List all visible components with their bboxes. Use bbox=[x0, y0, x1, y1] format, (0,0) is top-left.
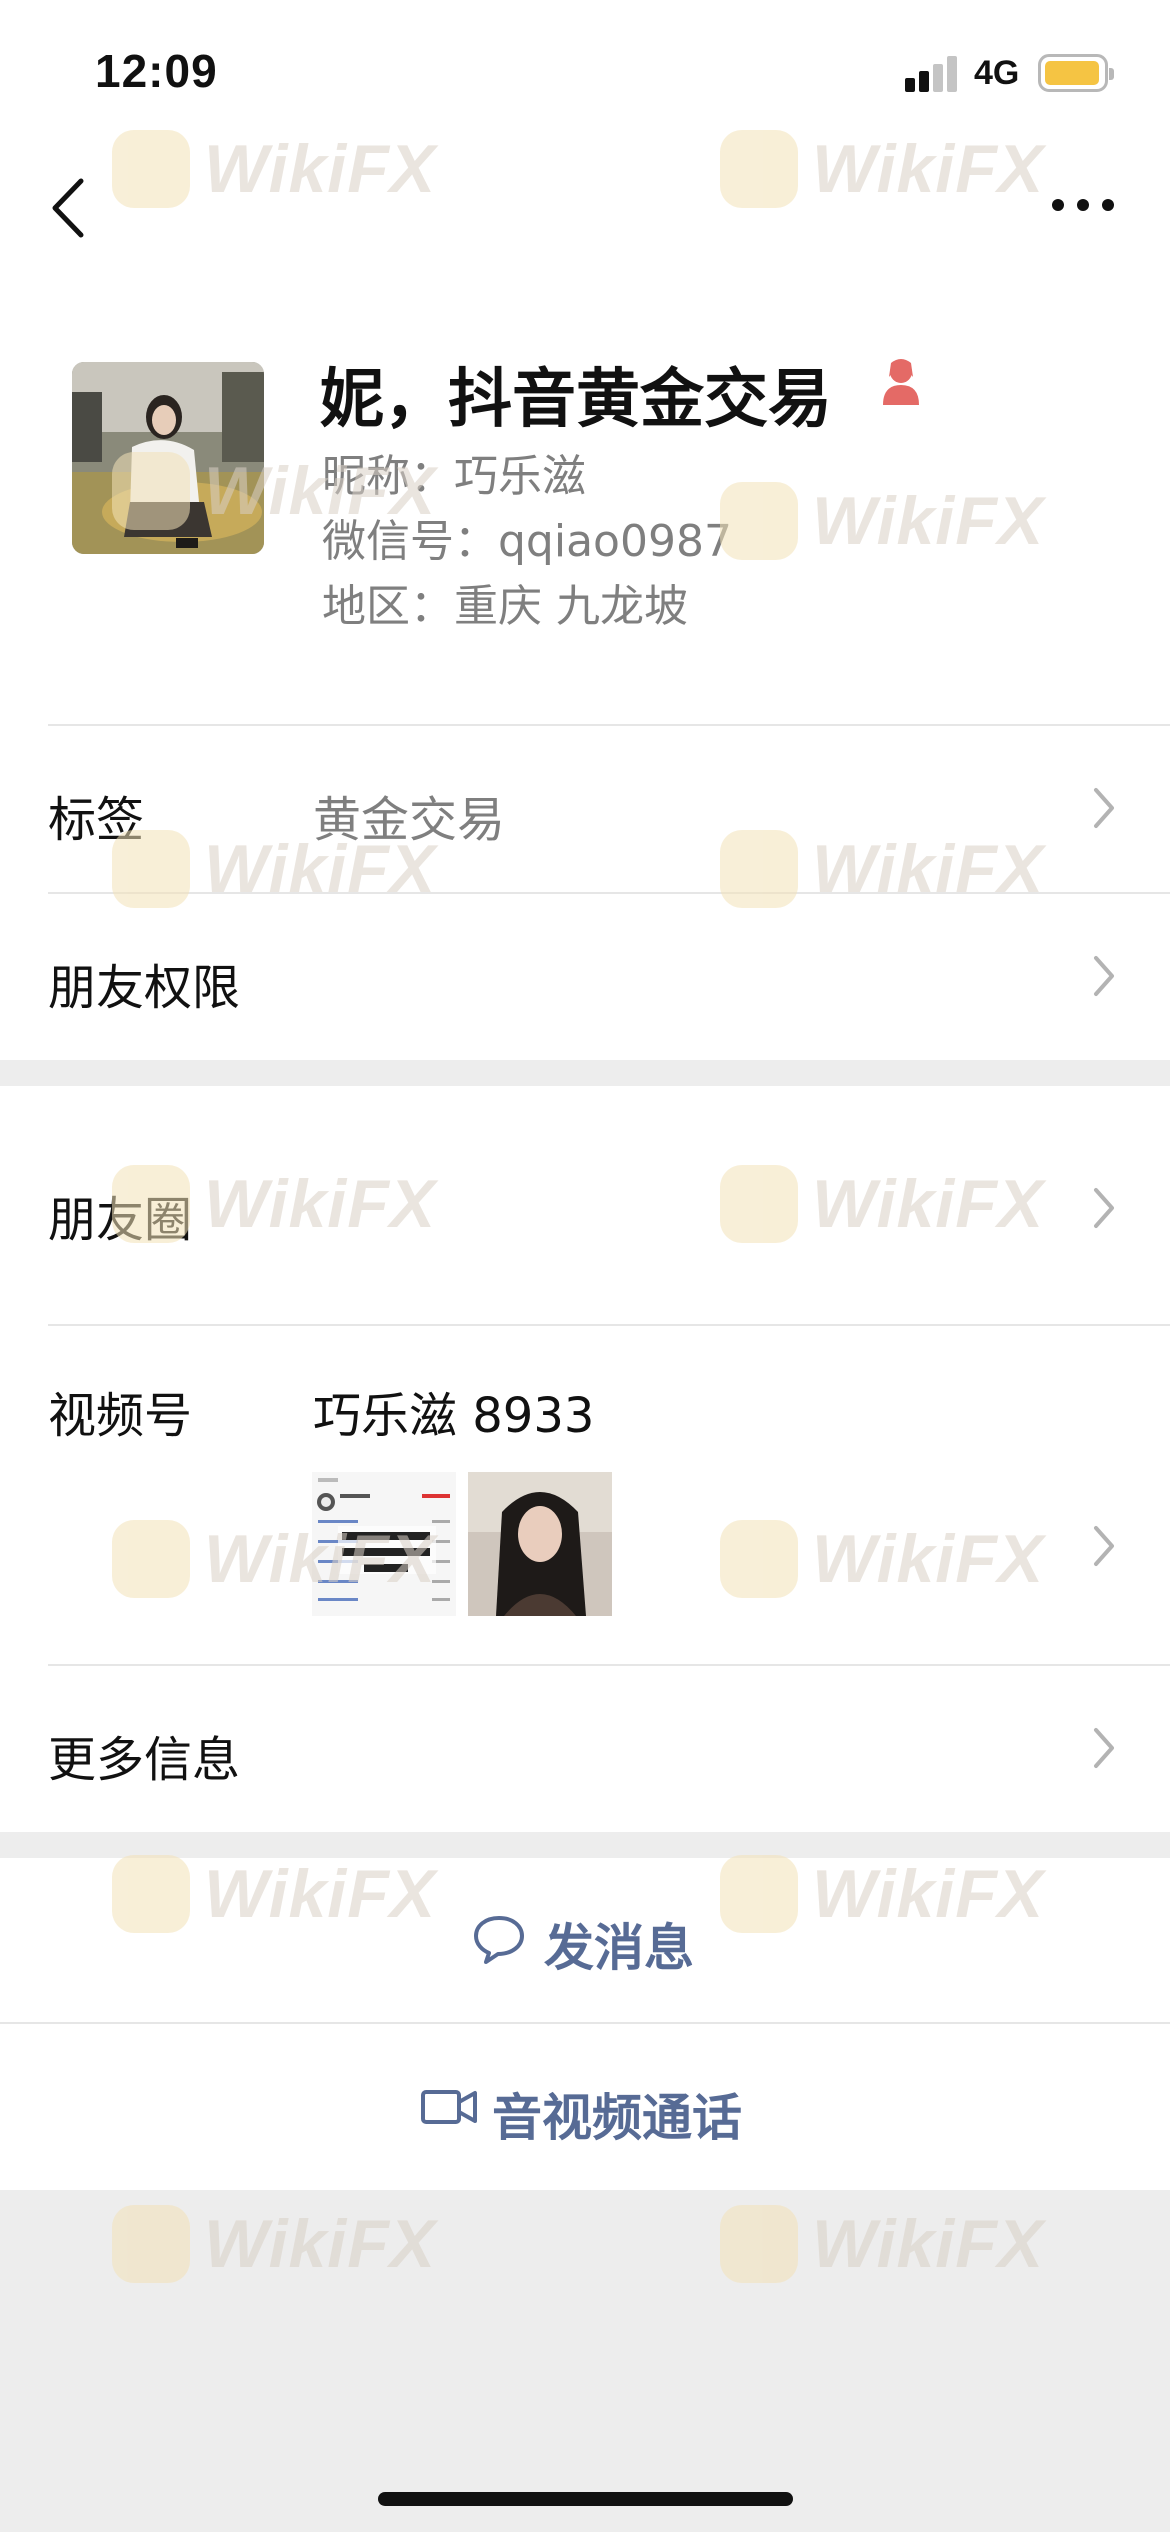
more-info-label: 更多信息 bbox=[48, 1732, 241, 1788]
watermark-logo-icon bbox=[112, 2205, 190, 2283]
chevron-right-icon bbox=[1094, 1188, 1114, 1228]
tags-label: 标签 bbox=[48, 792, 145, 848]
status-time: 12:09 bbox=[95, 45, 218, 97]
network-type: 4G bbox=[974, 54, 1020, 92]
video-camera-icon bbox=[421, 2090, 477, 2124]
region-text: 地区：重庆 九龙坡 bbox=[322, 581, 688, 632]
chevron-right-icon bbox=[1094, 788, 1114, 828]
home-indicator[interactable] bbox=[378, 2492, 793, 2506]
divider bbox=[48, 1324, 1170, 1326]
chevron-right-icon bbox=[1094, 1526, 1114, 1566]
send-message-label: 发消息 bbox=[544, 1919, 694, 1977]
moments-label: 朋友圈 bbox=[48, 1192, 193, 1248]
av-call-button[interactable]: 音视频通话 bbox=[0, 2024, 1170, 2190]
friend-permissions-row[interactable]: 朋友权限 bbox=[0, 894, 1170, 1060]
female-icon bbox=[883, 359, 919, 405]
signal-icon bbox=[905, 56, 957, 92]
chat-bubble-icon bbox=[474, 1916, 524, 1964]
divider bbox=[0, 2022, 1170, 2024]
back-button[interactable] bbox=[45, 175, 95, 241]
moments-row[interactable]: 朋友圈 bbox=[0, 1086, 1170, 1324]
channel-video-thumbnail[interactable] bbox=[468, 1472, 612, 1616]
nickname-text: 昵称：巧乐滋 bbox=[322, 451, 586, 502]
watermark-logo-icon bbox=[720, 2205, 798, 2283]
battery-icon bbox=[1038, 54, 1114, 92]
avatar[interactable] bbox=[72, 362, 264, 554]
watermark: WikiFX bbox=[720, 2205, 1044, 2283]
tags-value: 黄金交易 bbox=[313, 792, 506, 848]
more-options-button[interactable] bbox=[1048, 185, 1118, 225]
wechat-id-text: 微信号：qqiao0987 bbox=[322, 516, 732, 567]
chevron-right-icon bbox=[1094, 956, 1114, 996]
tags-row[interactable]: 标签 黄金交易 bbox=[0, 726, 1170, 890]
status-bar: 12:09 4G bbox=[0, 0, 1170, 140]
profile-header: 12:09 4G 妮，抖音黄金交易 昵称：巧乐滋 微信号：qqiao0987 地… bbox=[0, 0, 1170, 1060]
channels-label: 视频号 bbox=[48, 1388, 193, 1444]
friend-permissions-label: 朋友权限 bbox=[48, 960, 241, 1016]
chevron-right-icon bbox=[1094, 1728, 1114, 1768]
channels-value: 巧乐滋 8933 bbox=[313, 1388, 595, 1444]
channel-video-thumbnail[interactable] bbox=[312, 1472, 456, 1616]
av-call-label: 音视频通话 bbox=[492, 2089, 742, 2147]
more-info-row[interactable]: 更多信息 bbox=[0, 1664, 1170, 1832]
send-message-button[interactable]: 发消息 bbox=[0, 1858, 1170, 2022]
display-name: 妮，抖音黄金交易 bbox=[320, 363, 832, 437]
chevron-left-icon bbox=[52, 178, 84, 238]
watermark: WikiFX bbox=[112, 2205, 436, 2283]
divider bbox=[48, 1664, 1170, 1666]
ellipsis-icon bbox=[1052, 199, 1114, 211]
channels-row[interactable]: 视频号 巧乐滋 8933 bbox=[0, 1324, 1170, 1664]
